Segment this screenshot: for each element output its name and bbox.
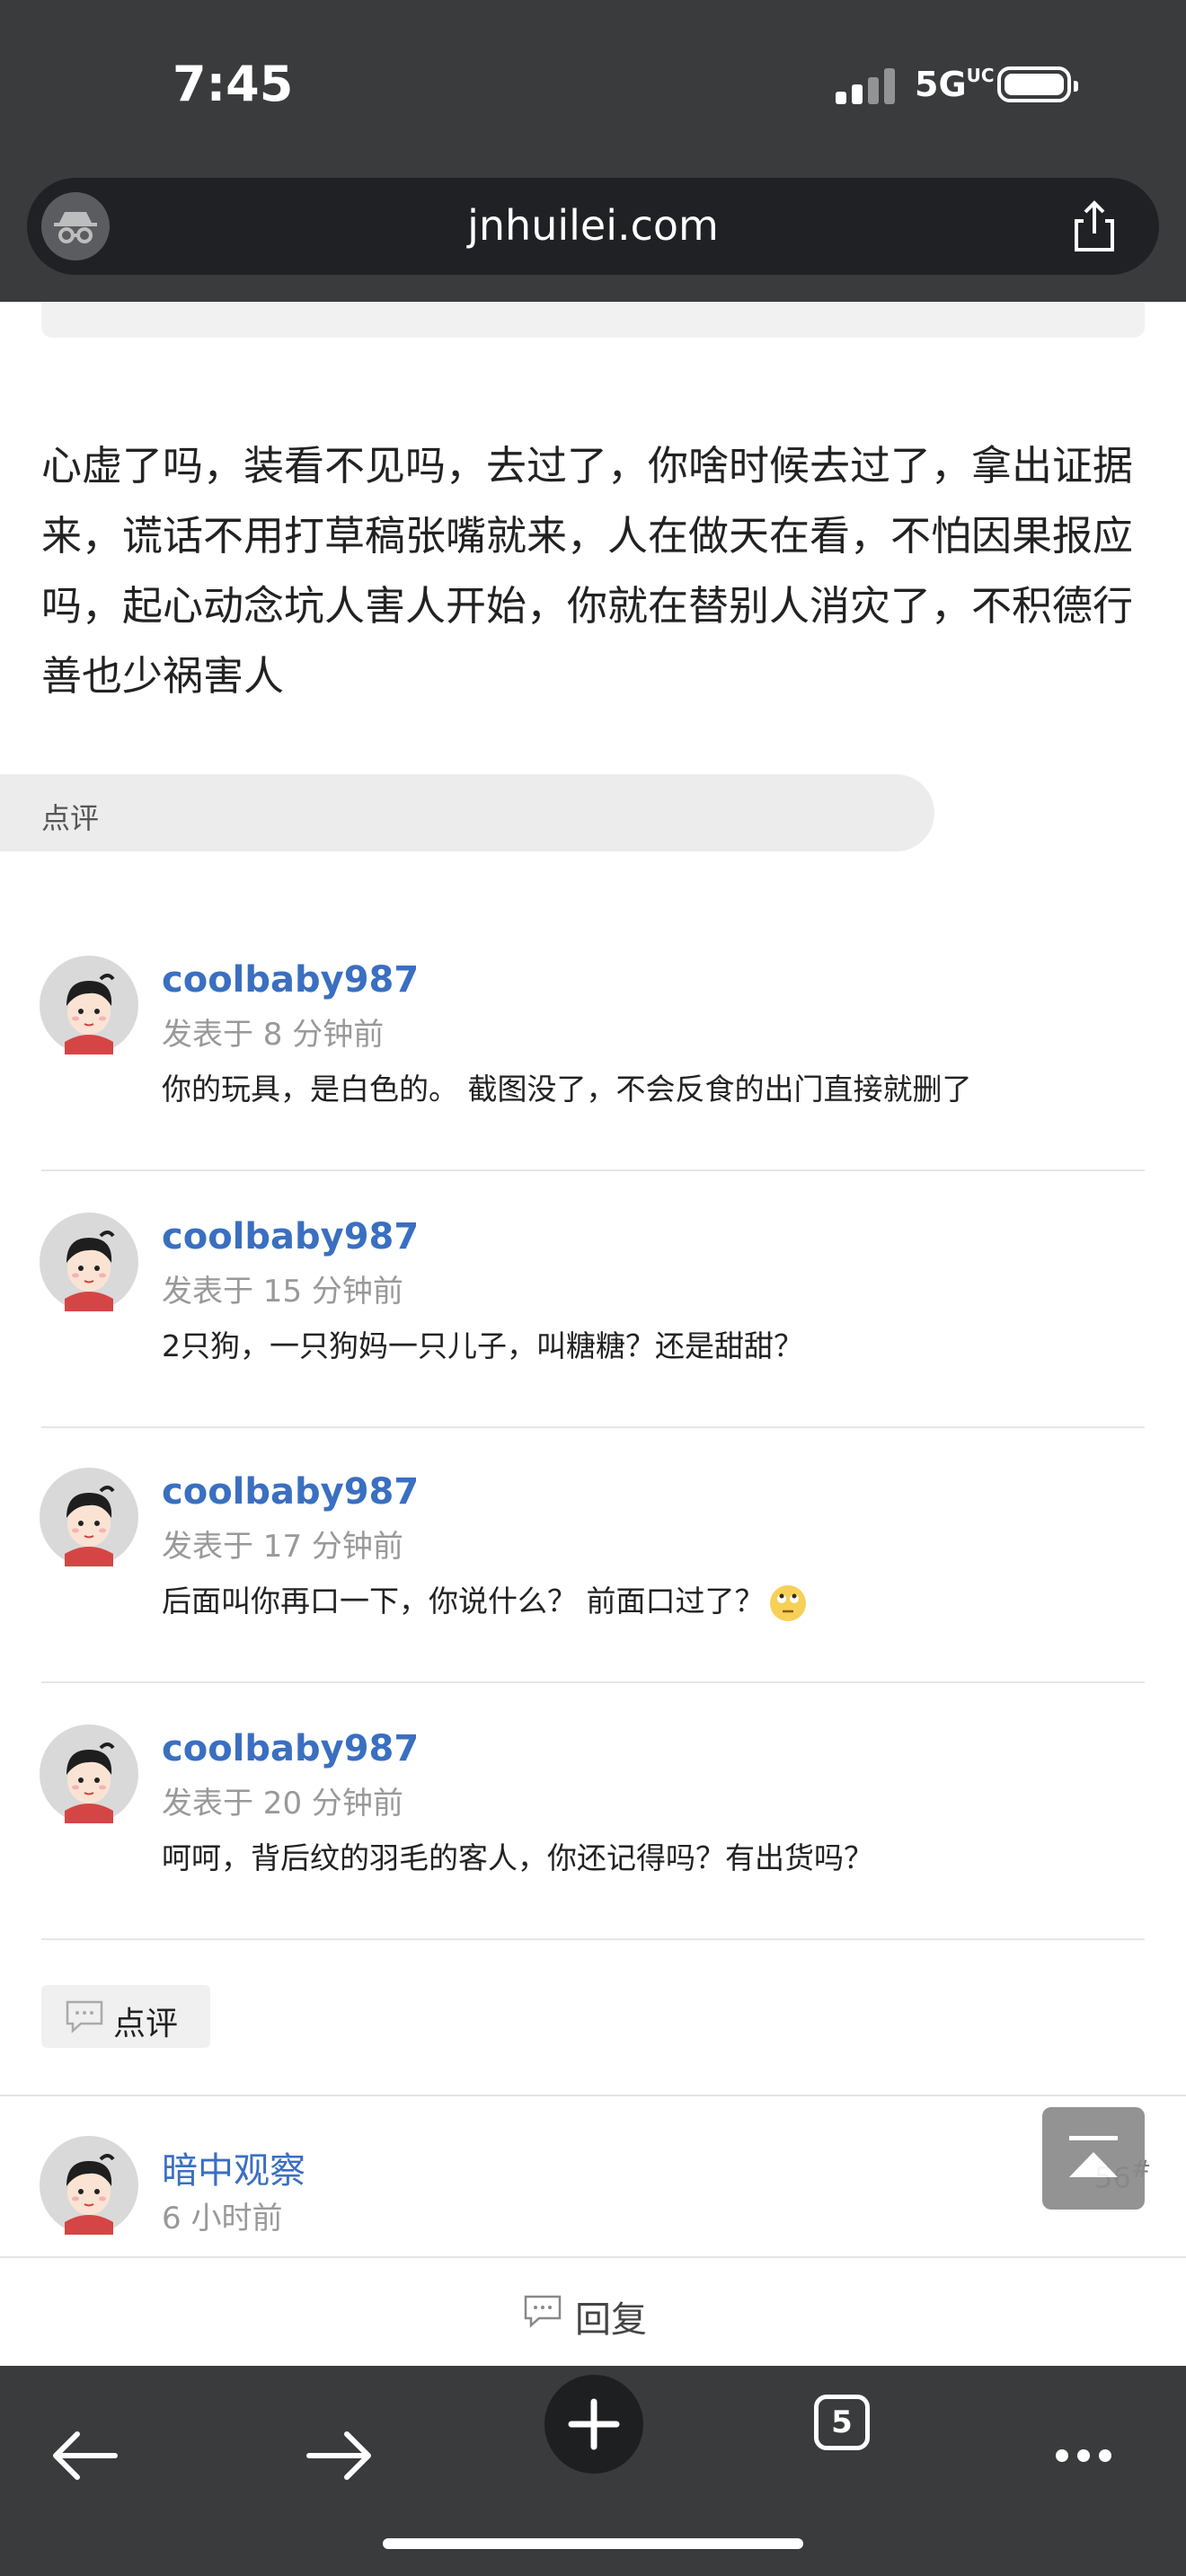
divider <box>0 2095 1186 2096</box>
comment-item: coolbaby987 发表于 8 分钟前 你的玩具，是白色的。 截图没了，不会… <box>0 956 1186 1211</box>
comment-item: coolbaby987 发表于 20 分钟前 呵呵，背后纹的羽毛的客人，你还记得… <box>0 1725 1186 1980</box>
reply-time: 6 小时前 <box>162 2201 283 2236</box>
battery-icon <box>997 66 1078 102</box>
status-time: 7:45 <box>173 56 294 112</box>
comment-item: coolbaby987 发表于 17 分钟前 后面叫你再口一下，你说什么？ 前面… <box>0 1468 1186 1723</box>
divider <box>41 1938 1145 1940</box>
comment-text-line: 后面叫你再口一下，你说什么？ 前面口过了？ <box>162 1577 806 1621</box>
divider <box>41 1169 1145 1171</box>
tabs-button[interactable]: 5 <box>814 2395 870 2450</box>
previous-block <box>41 302 1145 338</box>
comment-time: 发表于 20 分钟前 <box>162 1786 403 1822</box>
review-button[interactable]: 点评 <box>41 1985 210 2048</box>
comment-icon <box>66 2000 103 2033</box>
home-indicator <box>383 2538 803 2549</box>
forward-button[interactable] <box>288 2405 388 2506</box>
more-icon <box>1056 2449 1111 2462</box>
back-to-top-button[interactable] <box>1042 2107 1145 2210</box>
comment-time: 发表于 8 分钟前 <box>162 1017 385 1053</box>
network-label: 5GUC <box>915 65 995 104</box>
share-icon[interactable] <box>1066 198 1123 255</box>
avatar[interactable] <box>40 1725 138 1823</box>
arrow-up-icon <box>1069 2136 1118 2177</box>
reply-bar[interactable]: 回复 <box>0 2256 1186 2368</box>
comment-username[interactable]: coolbaby987 <box>162 1728 419 1769</box>
comment-username[interactable]: coolbaby987 <box>162 1216 419 1257</box>
address-bar[interactable]: jnhuilei.com <box>27 178 1159 275</box>
bottom-toolbar: 5 <box>0 2366 1186 2576</box>
avatar[interactable] <box>40 1468 138 1566</box>
reply-label: 回复 <box>575 2299 647 2341</box>
comment-time: 发表于 17 分钟前 <box>162 1529 403 1565</box>
avatar[interactable] <box>40 956 138 1054</box>
comment-icon <box>524 2295 562 2328</box>
eye-roll-emoji-icon <box>769 1584 806 1621</box>
comment-item: coolbaby987 发表于 15 分钟前 2只狗，一只狗妈一只儿子，叫糖糖？… <box>0 1213 1186 1468</box>
arrow-left-icon <box>53 2431 118 2480</box>
arrow-right-icon <box>306 2431 371 2480</box>
comment-username[interactable]: coolbaby987 <box>162 1471 419 1513</box>
comment-text: 你的玩具，是白色的。 截图没了，不会反食的出门直接就删了 <box>162 1072 972 1107</box>
top-chrome: 7:45 5GUC jnhuilei.com <box>0 0 1186 302</box>
comment-text: 2只狗，一只狗妈一只儿子，叫糖糖？还是甜甜？ <box>162 1328 803 1363</box>
comment-time: 发表于 15 分钟前 <box>162 1274 403 1310</box>
plus-icon <box>568 2398 620 2450</box>
comment-text: 呵呵，背后纹的羽毛的客人，你还记得吗？有出货吗？ <box>162 1840 873 1875</box>
url-text: jnhuilei.com <box>467 201 719 250</box>
reply-username[interactable]: 暗中观察 <box>162 2141 305 2193</box>
avatar[interactable] <box>40 2136 138 2235</box>
avatar[interactable] <box>40 1213 138 1311</box>
back-button[interactable] <box>36 2405 137 2506</box>
divider <box>41 1426 1145 1428</box>
more-button[interactable] <box>1033 2405 1134 2506</box>
new-tab-button[interactable] <box>544 2375 643 2474</box>
review-header-label: 点评 <box>41 801 100 835</box>
review-button-label: 点评 <box>113 2006 179 2042</box>
comment-username[interactable]: coolbaby987 <box>162 959 419 1001</box>
comment-text: 后面叫你再口一下，你说什么？ 前面口过了？ <box>162 1584 765 1619</box>
signal-icon <box>836 68 895 104</box>
post-body: 心虚了吗，装看不见吗，去过了，你啥时候去过了，拿出证据来，谎话不用打草稿张嘴就来… <box>41 442 1134 700</box>
review-section-header: 点评 <box>0 774 934 851</box>
divider <box>41 1681 1145 1683</box>
